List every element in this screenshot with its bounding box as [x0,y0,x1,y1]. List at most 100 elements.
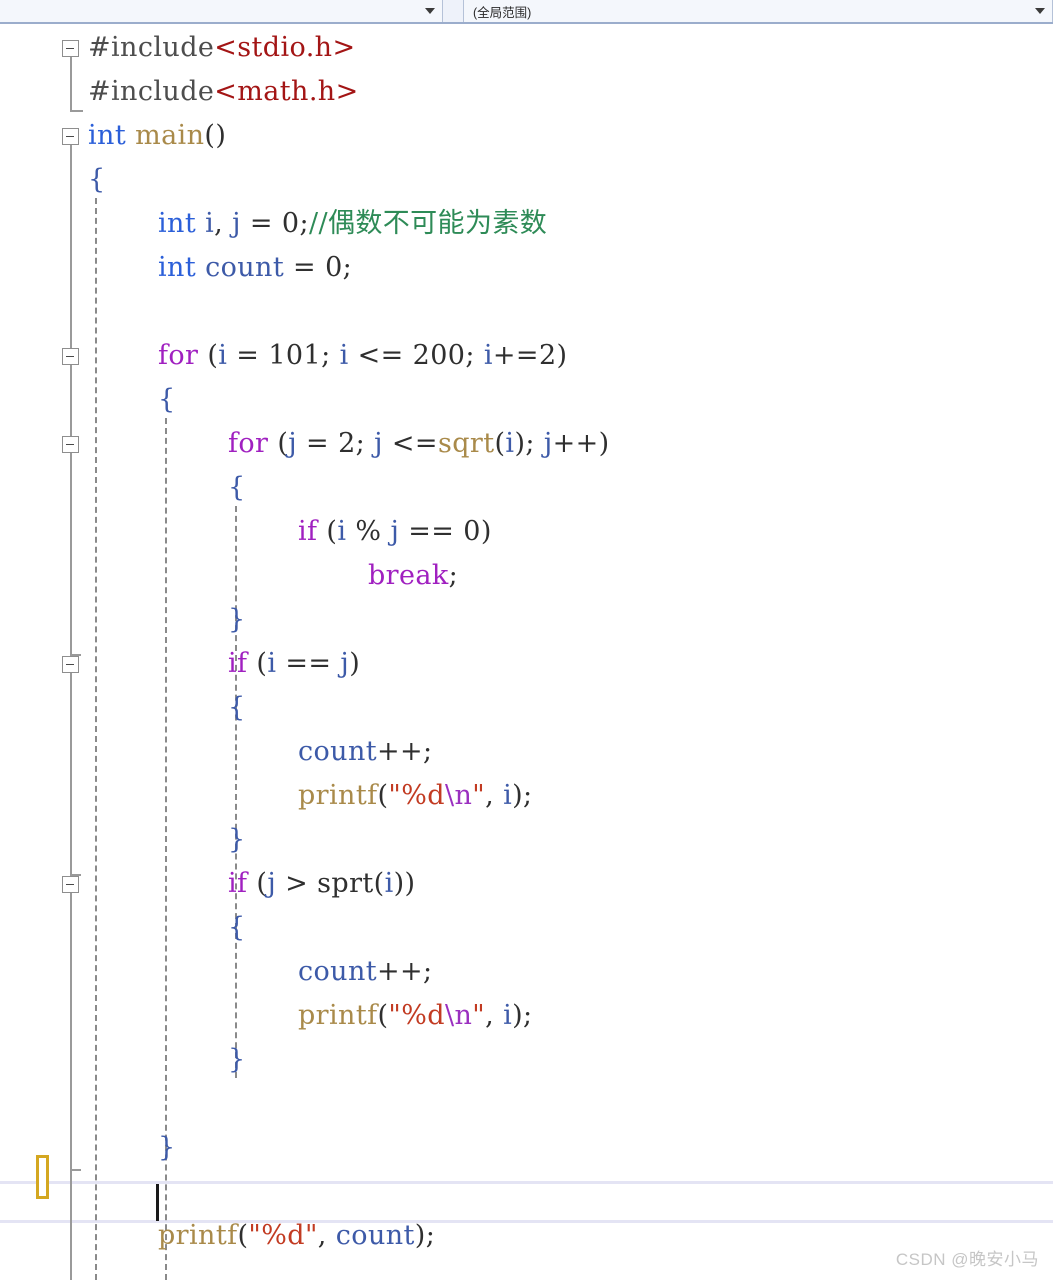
code-token-plain: )) [393,868,416,899]
code-token-plain: () [204,120,227,151]
code-token-num: 0 [281,208,300,239]
code-text[interactable]: #include<stdio.h> #include<math.h> int mai… [0,26,1053,1280]
code-line[interactable]: if (i == j) [0,642,1053,686]
code-token-plain: ( [198,340,219,371]
code-token-var: { [88,164,106,195]
code-token-plain: ) [349,648,361,679]
code-token-var: j [543,428,553,459]
code-token-plain: = [297,428,339,459]
code-token-func: main [135,120,205,151]
code-line[interactable]: { [0,466,1053,510]
code-token-func: printf [298,1000,378,1031]
code-token-plain: ( [247,868,268,899]
code-token-var: i [339,340,349,371]
code-line[interactable]: } [0,598,1053,642]
code-token-plain: ); [514,428,544,459]
member-dropdown[interactable] [0,0,443,22]
code-token-plain: ) [556,340,568,371]
code-token-plain: = [284,252,326,283]
code-token-var: count [205,252,285,283]
code-token-var: { [228,912,246,943]
code-token-control: if [228,648,248,679]
code-token-num: 200 [412,340,466,371]
code-token-plain: % [346,516,391,547]
code-token-control: if [298,516,318,547]
scope-dropdown[interactable]: (全局范围) [463,0,1053,22]
code-token-plain: ; [448,560,459,591]
chevron-down-icon[interactable] [425,8,435,14]
code-editor[interactable]: #include<stdio.h> #include<math.h> int mai… [0,26,1053,1280]
code-token-plain: ( [494,428,506,459]
code-token-var: count [298,956,378,987]
code-line[interactable]: int main() [0,114,1053,158]
code-line[interactable] [0,290,1053,334]
code-token-preproc: #include [88,76,215,107]
code-token-plain: ( [268,428,289,459]
code-token-string: " [472,1000,486,1031]
code-token-control: for [158,340,199,371]
code-token-plain: = [227,340,269,371]
code-token-plain: sprt [317,868,374,899]
code-line[interactable]: count++; [0,730,1053,774]
code-token-plain: ( [377,1000,389,1031]
code-token-func: sqrt [437,428,495,459]
code-line[interactable] [0,1082,1053,1126]
code-token-var: { [228,472,246,503]
code-token-string: " [472,780,486,811]
code-token-keyword: int [158,252,197,283]
code-line[interactable]: { [0,158,1053,202]
code-line[interactable]: #include<stdio.h> [0,26,1053,70]
code-line[interactable]: { [0,378,1053,422]
code-token-plain: ++) [552,428,610,459]
code-token-var: i [483,340,493,371]
code-token-escape: \n [444,1000,473,1031]
code-token-header: <stdio.h> [214,32,356,63]
code-line[interactable]: for (i = 101; i <= 200; i+=2) [0,334,1053,378]
code-token-num: 2 [338,428,356,459]
code-token-plain: += [492,340,539,371]
code-token-var: } [158,1132,176,1163]
code-line[interactable]: } [0,1126,1053,1170]
code-token-plain: , [317,1220,336,1251]
editor-navigation-bar: (全局范围) [0,0,1053,24]
code-token-keyword: int [88,120,127,151]
code-line[interactable]: } [0,1038,1053,1082]
code-token-comment: //偶数不可能为素数 [308,208,548,239]
code-token-var: } [228,604,246,635]
code-line[interactable]: int count = 0; [0,246,1053,290]
code-line[interactable]: if (j > sprt(i)) [0,862,1053,906]
code-token-var: i [218,340,228,371]
code-token-plain: ( [373,868,385,899]
code-line[interactable]: int i, j = 0;//偶数不可能为素数 [0,202,1053,246]
code-token-plain: <= [348,340,413,371]
code-line[interactable]: for (j = 2; j <=sqrt(i); j++) [0,422,1053,466]
code-token-var: count [298,736,378,767]
code-line[interactable]: count++; [0,950,1053,994]
code-line[interactable]: { [0,906,1053,950]
code-token-control: for [228,428,269,459]
code-token-var: { [228,692,246,723]
code-token-control: if [228,868,248,899]
code-token-plain: == [399,516,464,547]
code-token-var: j [374,428,383,459]
code-line[interactable]: { [0,686,1053,730]
code-token-string: "%d" [248,1220,318,1251]
chevron-down-icon[interactable] [1035,8,1045,14]
code-line[interactable]: printf("%d\n", i); [0,774,1053,818]
code-token-plain: ( [317,516,338,547]
code-token-var: i [503,1000,513,1031]
code-token-string: "%d [388,780,445,811]
code-line[interactable]: break; [0,554,1053,598]
code-line[interactable]: if (i % j == 0) [0,510,1053,554]
code-token-plain: ++; [377,736,433,767]
code-line[interactable]: #include<math.h> [0,70,1053,114]
code-line[interactable]: printf("%d\n", i); [0,994,1053,1038]
code-token-escape: \n [444,780,473,811]
code-token-plain: ( [247,648,268,679]
csdn-watermark: CSDN @晚安小马 [895,1250,1039,1269]
code-token-var: i [384,868,394,899]
code-line[interactable]: } [0,818,1053,862]
code-token-plain: ; [321,340,340,371]
code-token-plain: , [214,208,233,239]
